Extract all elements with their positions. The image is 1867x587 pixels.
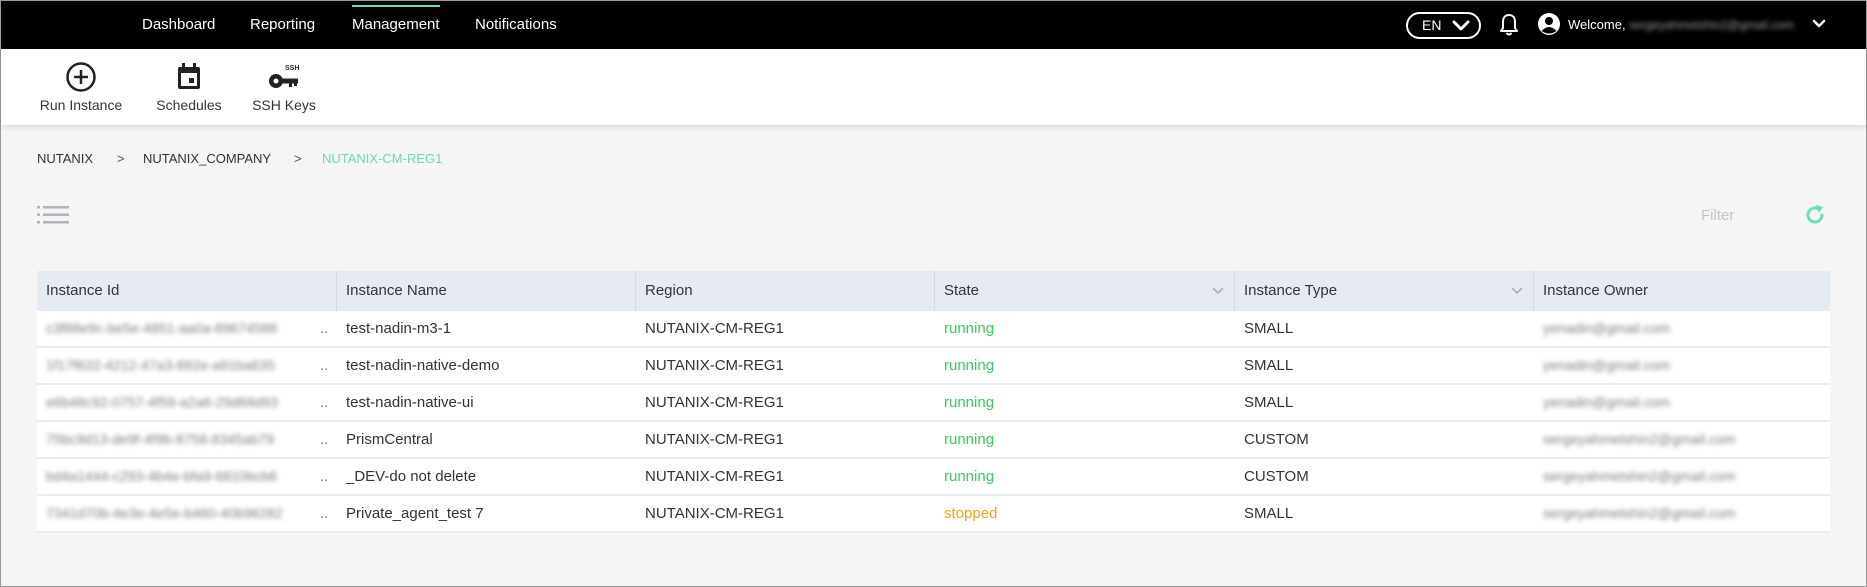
key-icon: SSH <box>269 65 299 88</box>
schedules-label: Schedules <box>156 97 222 113</box>
breadcrumb-item-nutanix[interactable]: NUTANIX <box>37 151 93 166</box>
column-header-label: Region <box>645 282 693 299</box>
table-header: Instance Id Instance Name Region State I… <box>37 271 1830 311</box>
schedules-button[interactable]: Schedules <box>151 49 227 125</box>
breadcrumb-separator: > <box>117 151 125 166</box>
column-header-label: State <box>944 282 980 299</box>
cell-region: NUTANIX-CM-REG1 <box>645 431 784 448</box>
cell-state: stopped <box>944 505 998 522</box>
chevron-down-icon[interactable] <box>1212 286 1224 296</box>
column-header-instance-type[interactable]: Instance Type <box>1235 271 1534 311</box>
cell-instance-id: c3f88e9c-be5e-4851-aa0a-89674588 <box>46 320 278 336</box>
breadcrumb-separator: > <box>294 151 302 166</box>
nav-reporting[interactable]: Reporting <box>250 1 315 49</box>
cell-instance-owner: yenadin@gmail.com <box>1543 357 1671 373</box>
table-row[interactable]: bd4a1444-c293-4b4e-bfa9-6810bcb6 .. _DEV… <box>37 459 1830 496</box>
cell-instance-type: SMALL <box>1244 394 1294 411</box>
table-row[interactable]: e6b48c92-0757-4f59-a2a6-29d68d93 .. test… <box>37 385 1830 422</box>
cell-instance-id: e6b48c92-0757-4f59-a2a6-29d68d93 <box>46 394 278 410</box>
instances-table: Instance Id Instance Name Region State I… <box>37 271 1830 533</box>
nav-notifications[interactable]: Notifications <box>475 1 557 49</box>
column-header-label: Instance Id <box>46 282 120 299</box>
cell-region: NUTANIX-CM-REG1 <box>645 468 784 485</box>
cell-state: running <box>944 431 995 448</box>
run-instance-button[interactable]: Run Instance <box>37 49 125 125</box>
cell-instance-type: SMALL <box>1244 320 1294 337</box>
truncation-ellipsis: .. <box>320 320 329 337</box>
plus-circle-icon <box>66 62 96 92</box>
chevron-down-icon[interactable] <box>1812 18 1826 30</box>
welcome-label: Welcome, <box>1568 17 1626 32</box>
user-email: sergeyahmetshin2@gmail.com <box>1629 18 1794 32</box>
language-selector[interactable]: EN <box>1406 12 1481 39</box>
breadcrumb-item-company[interactable]: NUTANIX_COMPANY <box>143 151 271 166</box>
cell-instance-name: _DEV-do not delete <box>346 468 477 485</box>
breadcrumb-item-current: NUTANIX-CM-REG1 <box>322 151 443 166</box>
table-row[interactable]: 7341d70b-4e3e-4e5e-b460-40b96282 .. Priv… <box>37 496 1830 533</box>
cell-instance-owner: yenadin@gmail.com <box>1543 320 1671 336</box>
list-icon[interactable] <box>37 205 69 225</box>
column-header-state[interactable]: State <box>935 271 1235 311</box>
cell-instance-owner: sergeyahmetshin2@gmail.com <box>1543 505 1736 521</box>
cell-instance-id: bd4a1444-c293-4b4e-bfa9-6810bcb6 <box>46 468 278 484</box>
column-header-region[interactable]: Region <box>636 271 935 311</box>
column-header-instance-owner[interactable]: Instance Owner <box>1534 271 1830 311</box>
chevron-down-icon[interactable] <box>1511 286 1523 296</box>
cell-instance-type: SMALL <box>1244 357 1294 374</box>
cell-instance-name: test-nadin-native-ui <box>346 394 474 411</box>
cell-region: NUTANIX-CM-REG1 <box>645 505 784 522</box>
cell-region: NUTANIX-CM-REG1 <box>645 357 784 374</box>
cell-instance-name: Private_agent_test 7 <box>346 505 484 522</box>
truncation-ellipsis: .. <box>320 394 329 411</box>
cell-region: NUTANIX-CM-REG1 <box>645 394 784 411</box>
column-header-label: Instance Owner <box>1543 282 1649 299</box>
cell-instance-owner: yenadin@gmail.com <box>1543 394 1671 410</box>
user-circle-icon[interactable] <box>1538 13 1560 35</box>
truncation-ellipsis: .. <box>320 431 329 448</box>
column-header-label: Instance Type <box>1244 282 1338 299</box>
column-header-instance-name[interactable]: Instance Name <box>337 271 636 311</box>
table-row[interactable]: 75bc9d13-de9f-4f9b-8758-8345ab79 .. Pris… <box>37 422 1830 459</box>
column-header-label: Instance Name <box>346 282 447 299</box>
ssh-badge: SSH <box>285 65 299 72</box>
truncation-ellipsis: .. <box>320 468 329 485</box>
filter-input[interactable] <box>1701 201 1801 229</box>
cell-instance-owner: sergeyahmetshin2@gmail.com <box>1543 468 1736 484</box>
nav-management[interactable]: Management <box>352 1 440 49</box>
cell-instance-owner: sergeyahmetshin2@gmail.com <box>1543 431 1736 447</box>
bell-icon[interactable] <box>1499 13 1519 37</box>
cell-instance-name: PrismCentral <box>346 431 433 448</box>
truncation-ellipsis: .. <box>320 357 329 374</box>
cell-instance-type: SMALL <box>1244 505 1294 522</box>
ssh-keys-label: SSH Keys <box>252 97 316 113</box>
cell-instance-id: 1f17f632-4212-47a3-892e-a91ba635 <box>46 357 275 373</box>
cell-instance-type: CUSTOM <box>1244 468 1309 485</box>
table-row[interactable]: 1f17f632-4212-47a3-892e-a91ba635 .. test… <box>37 348 1830 385</box>
column-header-instance-id[interactable]: Instance Id <box>37 271 337 311</box>
calendar-icon <box>178 63 200 89</box>
refresh-icon[interactable] <box>1803 203 1827 227</box>
top-nav-bar: Dashboard Reporting Management Notificat… <box>1 1 1866 49</box>
cell-instance-id: 7341d70b-4e3e-4e5e-b460-40b96282 <box>46 505 283 521</box>
table-row[interactable]: c3f88e9c-be5e-4851-aa0a-89674588 .. test… <box>37 311 1830 348</box>
cell-state: running <box>944 468 995 485</box>
cell-state: running <box>944 320 995 337</box>
nav-dashboard[interactable]: Dashboard <box>142 1 215 49</box>
cell-instance-name: test-nadin-m3-1 <box>346 320 452 337</box>
ssh-keys-button[interactable]: SSH SSH Keys <box>252 49 316 125</box>
truncation-ellipsis: .. <box>320 505 329 522</box>
cell-state: running <box>944 357 995 374</box>
chevron-down-icon <box>1452 20 1470 31</box>
cell-region: NUTANIX-CM-REG1 <box>645 320 784 337</box>
cell-instance-type: CUSTOM <box>1244 431 1309 448</box>
cell-state: running <box>944 394 995 411</box>
cell-instance-name: test-nadin-native-demo <box>346 357 500 374</box>
cell-instance-id: 75bc9d13-de9f-4f9b-8758-8345ab79 <box>46 431 275 447</box>
language-label: EN <box>1422 17 1442 33</box>
action-toolbar: Run Instance Schedules SSH SSH Keys <box>1 49 1866 125</box>
run-instance-label: Run Instance <box>39 97 123 113</box>
